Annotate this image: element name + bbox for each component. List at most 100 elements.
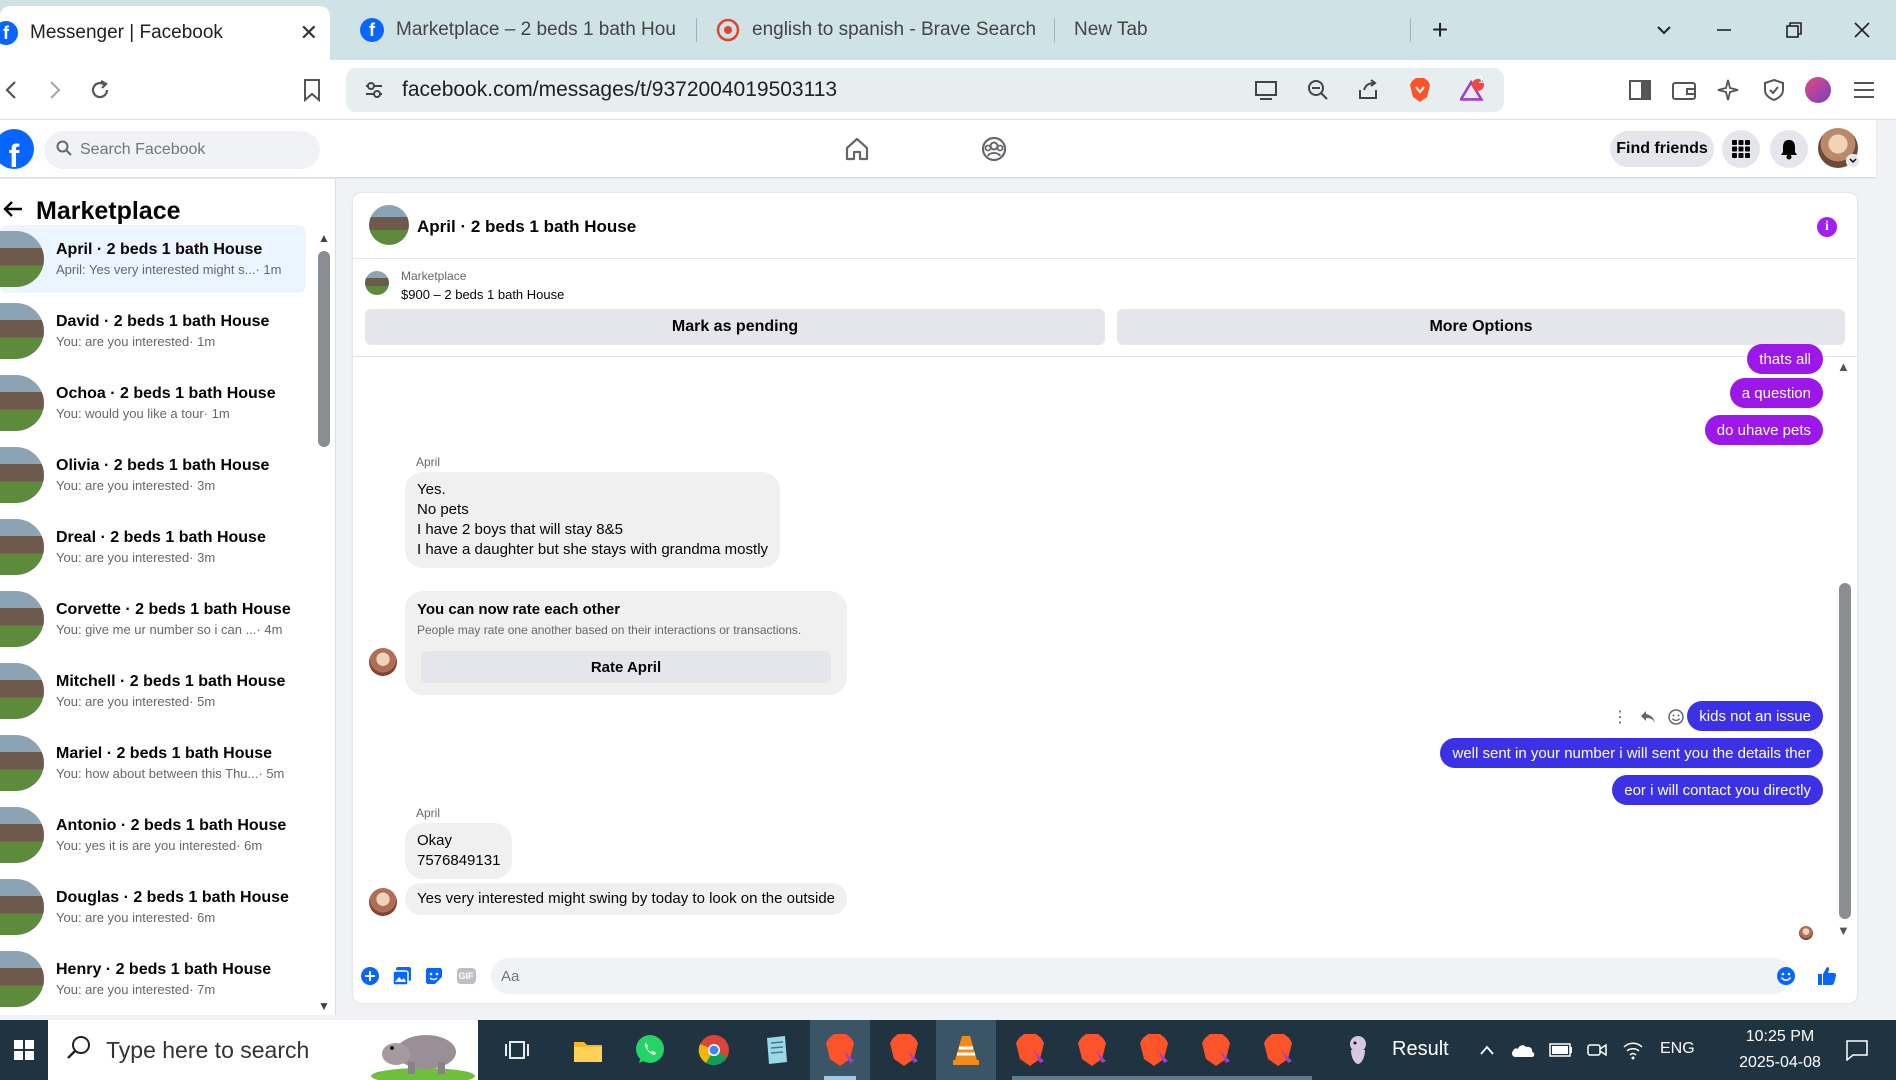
leo-ai-icon[interactable] bbox=[1712, 74, 1744, 106]
wallet-icon[interactable] bbox=[1668, 74, 1700, 106]
conversation-info-icon[interactable]: i bbox=[1817, 217, 1837, 237]
sender-avatar[interactable] bbox=[369, 888, 397, 916]
reload-icon[interactable] bbox=[84, 74, 116, 106]
battery-icon[interactable] bbox=[1546, 1020, 1576, 1080]
premier-league-icon[interactable] bbox=[1330, 1020, 1386, 1080]
tab-new-tab[interactable]: New Tab bbox=[1074, 0, 1374, 60]
facebook-search[interactable] bbox=[44, 131, 320, 169]
sticker-icon[interactable] bbox=[424, 966, 444, 986]
find-friends-button[interactable]: Find friends bbox=[1610, 131, 1714, 167]
input-language[interactable]: ENG bbox=[1660, 1040, 1695, 1058]
tab-messenger[interactable]: f Messenger | Facebook ✕ bbox=[0, 6, 330, 60]
close-tab-icon[interactable]: ✕ bbox=[300, 20, 318, 46]
facebook-logo[interactable]: f bbox=[0, 129, 34, 169]
gif-icon[interactable]: GIF bbox=[455, 966, 477, 986]
gallery-icon[interactable] bbox=[392, 966, 412, 986]
forward-arrow-icon[interactable] bbox=[38, 74, 70, 106]
meet-now-camera-icon[interactable] bbox=[1582, 1020, 1612, 1080]
scroll-down-arrow-icon[interactable]: ▼ bbox=[318, 999, 330, 1013]
conversation-item[interactable]: Corvette · 2 beds 1 bath House You: give … bbox=[0, 585, 306, 653]
outgoing-message[interactable]: a question bbox=[1729, 378, 1823, 408]
outgoing-message[interactable]: eor i will contact you directly bbox=[1612, 775, 1823, 805]
close-window-icon[interactable] bbox=[1832, 0, 1892, 60]
message-input[interactable] bbox=[491, 958, 1791, 994]
vpn-shield-icon[interactable] bbox=[1758, 74, 1790, 106]
thumbs-up-icon[interactable] bbox=[1815, 966, 1839, 986]
conversation-item[interactable]: Mariel · 2 beds 1 bath House You: how abo… bbox=[0, 729, 306, 797]
listing-price[interactable]: $900 – 2 beds 1 bath House bbox=[401, 287, 564, 302]
restore-window-icon[interactable] bbox=[1764, 0, 1824, 60]
conversation-item[interactable]: April · 2 beds 1 bath House April: Yes ve… bbox=[0, 225, 306, 293]
task-view-icon[interactable] bbox=[492, 1020, 542, 1080]
brave-taskbar-icon[interactable] bbox=[1062, 1020, 1122, 1080]
vlc-icon[interactable] bbox=[936, 1020, 996, 1080]
brave-taskbar-icon[interactable] bbox=[1000, 1020, 1060, 1080]
message-thread-scrollbar[interactable] bbox=[1839, 583, 1851, 919]
more-options-button[interactable]: More Options bbox=[1117, 309, 1845, 345]
outgoing-message[interactable]: thats all bbox=[1747, 344, 1823, 374]
file-explorer-icon[interactable] bbox=[560, 1020, 616, 1080]
onedrive-cloud-icon[interactable] bbox=[1506, 1020, 1540, 1080]
brave-taskbar-icon[interactable] bbox=[1248, 1020, 1308, 1080]
chat-title[interactable]: April · 2 beds 1 bath House bbox=[417, 217, 636, 237]
react-emoji-icon[interactable] bbox=[1665, 706, 1687, 728]
reply-icon[interactable] bbox=[1637, 706, 1659, 728]
back-arrow-icon[interactable] bbox=[0, 74, 28, 106]
wifi-icon[interactable] bbox=[1618, 1020, 1648, 1080]
scroll-up-arrow-icon[interactable]: ▲ bbox=[318, 231, 330, 245]
address-bar[interactable]: facebook.com/messages/t/9372004019503113… bbox=[346, 68, 1504, 112]
bookmark-icon[interactable] bbox=[296, 74, 328, 106]
clock-time[interactable]: 10:25 PM bbox=[1720, 1028, 1840, 1046]
outgoing-message[interactable]: kids not an issue bbox=[1687, 701, 1823, 731]
scroll-up-arrow-icon[interactable]: ▲ bbox=[1837, 359, 1850, 374]
brave-taskbar-icon[interactable] bbox=[874, 1020, 934, 1080]
tab-marketplace[interactable]: f Marketplace – 2 beds 1 bath House bbox=[360, 0, 680, 60]
show-hidden-icons-chevron-icon[interactable] bbox=[1474, 1020, 1500, 1080]
conversation-item[interactable]: Douglas · 2 beds 1 bath House You: are yo… bbox=[0, 873, 306, 941]
taskbar-search[interactable]: Type here to search bbox=[48, 1020, 478, 1080]
emoji-icon[interactable] bbox=[1776, 966, 1796, 986]
groups-icon[interactable] bbox=[979, 134, 1009, 164]
brave-taskbar-icon[interactable] bbox=[810, 1020, 870, 1080]
conversation-item[interactable]: Olivia · 2 beds 1 bath House You: are you… bbox=[0, 441, 306, 509]
conversation-item[interactable]: Ochoa · 2 beds 1 bath House You: would yo… bbox=[0, 369, 306, 437]
conversation-item[interactable]: Henry · 2 beds 1 bath House You: are you … bbox=[0, 945, 306, 1013]
share-icon[interactable] bbox=[1356, 78, 1380, 102]
notification-center-icon[interactable] bbox=[1832, 1020, 1882, 1080]
site-settings-icon[interactable] bbox=[362, 78, 386, 102]
notepad-icon[interactable] bbox=[746, 1020, 806, 1080]
rate-april-button[interactable]: Rate April bbox=[421, 651, 831, 683]
tab-list-chevron-icon[interactable] bbox=[1634, 0, 1694, 60]
sidebar-toggle-icon[interactable] bbox=[1624, 74, 1656, 106]
scroll-down-arrow-icon[interactable]: ▼ bbox=[1837, 923, 1850, 938]
tab-brave-search[interactable]: english to spanish - Brave Search bbox=[716, 0, 1036, 60]
new-tab-button[interactable]: + bbox=[1410, 0, 1470, 60]
sender-avatar[interactable] bbox=[369, 648, 397, 676]
whatsapp-icon[interactable] bbox=[620, 1020, 680, 1080]
plus-circle-icon[interactable] bbox=[360, 966, 380, 986]
chrome-icon[interactable] bbox=[684, 1020, 744, 1080]
home-icon[interactable] bbox=[842, 134, 872, 164]
back-arrow-icon[interactable] bbox=[2, 197, 28, 225]
more-actions-icon[interactable]: ⋮ bbox=[1609, 706, 1631, 728]
incoming-message[interactable]: Yes. No pets I have 2 boys that will sta… bbox=[405, 472, 781, 568]
conversation-item[interactable]: Dreal · 2 beds 1 bath House You: are you … bbox=[0, 513, 306, 581]
widget-result-label[interactable]: Result bbox=[1392, 1038, 1449, 1061]
clock-date[interactable]: 2025-04-08 bbox=[1720, 1054, 1840, 1072]
windows-start-icon[interactable] bbox=[0, 1020, 48, 1080]
profile-icon[interactable] bbox=[1802, 74, 1834, 106]
conversation-item[interactable]: David · 2 beds 1 bath House You: are you … bbox=[0, 297, 306, 365]
brave-taskbar-icon[interactable] bbox=[1186, 1020, 1246, 1080]
minimize-window-icon[interactable] bbox=[1694, 0, 1754, 60]
conversation-item[interactable]: Antonio · 2 beds 1 bath House You: yes it… bbox=[0, 801, 306, 869]
search-input[interactable] bbox=[80, 141, 300, 159]
conversation-item[interactable]: Mitchell · 2 beds 1 bath House You: are y… bbox=[0, 657, 306, 725]
incoming-message[interactable]: Okay 7576849131 bbox=[405, 823, 513, 879]
outgoing-message[interactable]: do uhave pets bbox=[1704, 415, 1823, 445]
mark-as-pending-button[interactable]: Mark as pending bbox=[365, 309, 1105, 345]
zoom-out-icon[interactable] bbox=[1306, 78, 1330, 102]
notifications-bell-icon[interactable] bbox=[1770, 130, 1808, 168]
brave-shields-icon[interactable] bbox=[1408, 78, 1432, 102]
chat-avatar[interactable] bbox=[369, 205, 409, 245]
listing-thumbnail[interactable] bbox=[365, 271, 389, 295]
